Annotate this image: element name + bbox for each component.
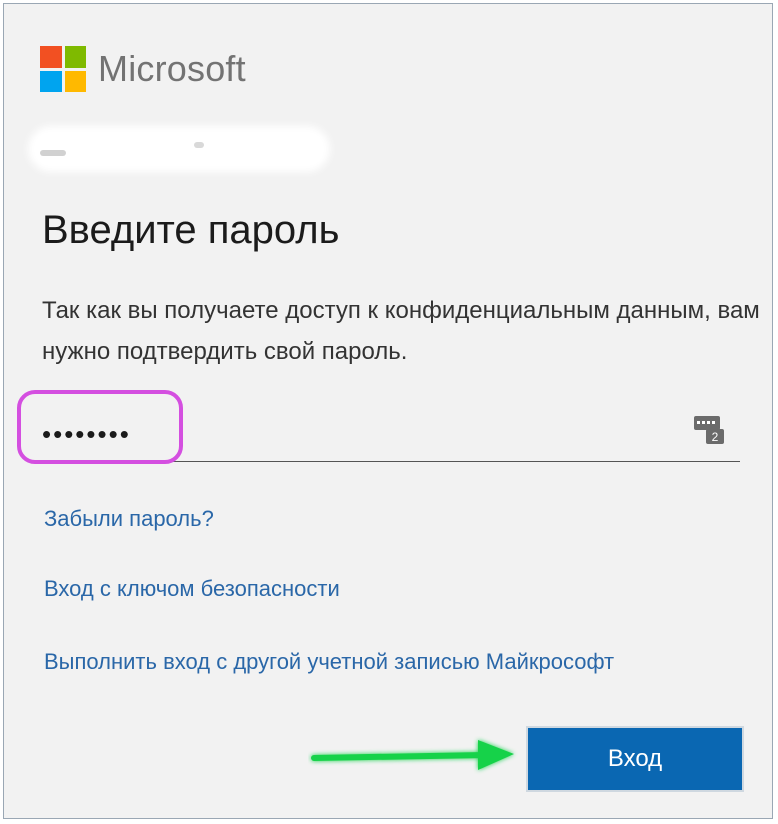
other-account-link[interactable]: Выполнить вход с другой учетной записью … xyxy=(44,649,614,675)
page-description: Так как вы получаете доступ к конфиденци… xyxy=(42,297,760,365)
redacted-account-email xyxy=(34,132,324,166)
microsoft-logo-text: Microsoft xyxy=(98,48,246,89)
forgot-password-link[interactable]: Забыли пароль? xyxy=(44,506,214,532)
signin-button[interactable]: Вход xyxy=(526,726,744,792)
green-arrow-annotation xyxy=(311,740,514,770)
microsoft-logo-icon xyxy=(40,46,86,92)
microsoft-logo: Microsoft xyxy=(40,46,246,92)
password-key-icon[interactable]: 2 xyxy=(692,412,726,446)
page-title: Введите пароль xyxy=(42,208,340,252)
svg-text:2: 2 xyxy=(712,430,719,444)
password-highlight-annotation xyxy=(17,390,183,464)
security-key-link[interactable]: Вход с ключом безопасности xyxy=(44,576,340,602)
